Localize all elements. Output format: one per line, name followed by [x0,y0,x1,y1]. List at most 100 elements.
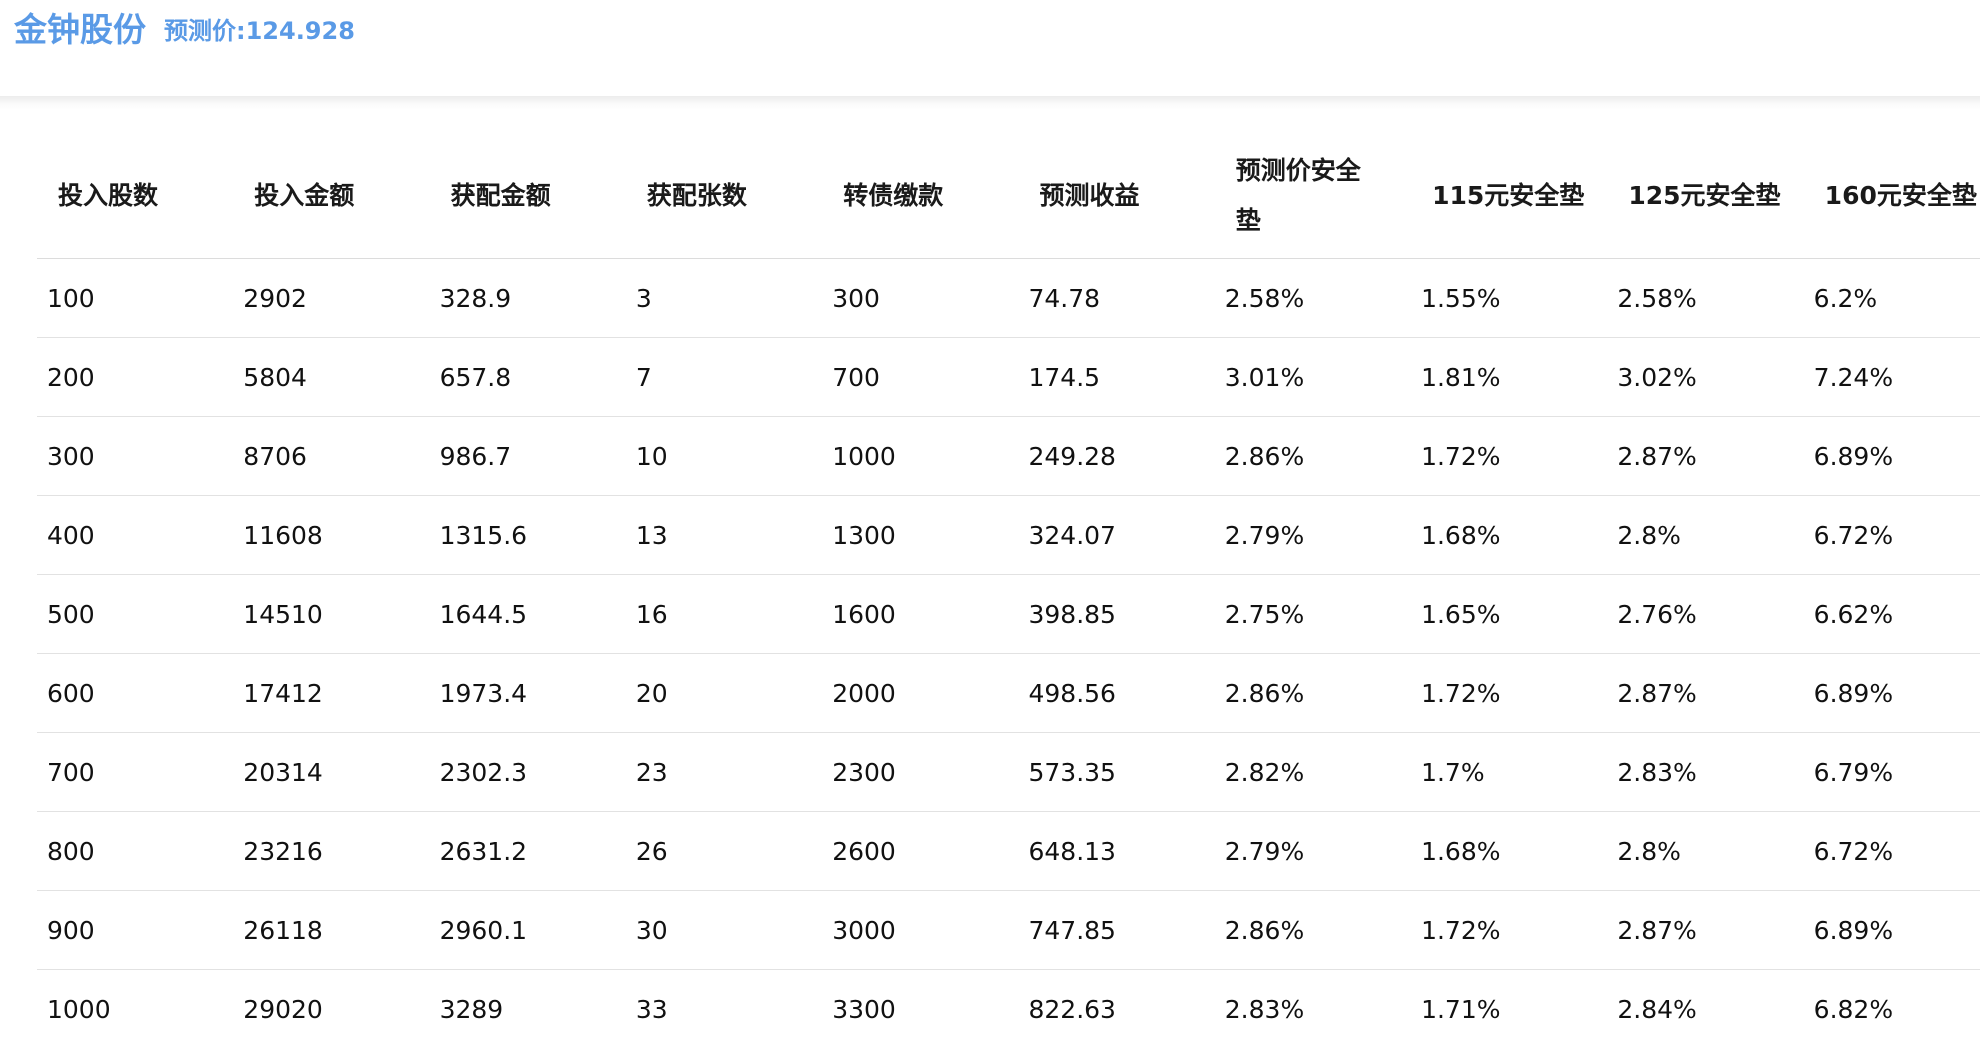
table-row: 400 11608 1315.6 13 1300 324.07 2.79% 1.68% 2.8%… [37,495,1980,575]
table-cell: 1.55% [1411,258,1608,338]
table-row: 600 17412 1973.4 20 2000 498.56 2.86% 1.72% 2.87… [37,653,1980,733]
table-cell: 1600 [822,574,1019,654]
table-cell: 2.8% [1607,495,1804,575]
table-cell: 26118 [233,890,430,970]
table-cell: 1300 [822,495,1019,575]
table-cell: 13 [625,495,823,575]
table-row: 500 14510 1644.5 16 1600 398.85 2.75% 1.65% 2.76… [37,574,1980,654]
table-cell: 2631.2 [429,811,626,891]
table-cell: 1.68% [1411,811,1608,891]
table-cell: 23 [625,732,823,812]
table-cell: 600 [37,653,234,733]
table-row: 1000 29020 3289 33 3300 822.63 2.83% 1.71% 2.84%… [37,969,1980,1046]
table-cell: 398.85 [1018,574,1215,654]
table-cell: 2.86% [1214,653,1412,733]
table-row: 900 26118 2960.1 30 3000 747.85 2.86% 1.72% 2.87… [37,890,1980,970]
table-cell: 7.24% [1803,337,1980,417]
table-cell: 23216 [233,811,430,891]
column-header: 获配金额 [429,134,626,259]
table-cell: 900 [37,890,234,970]
table-cell: 14510 [233,574,430,654]
table-cell: 6.62% [1803,574,1980,654]
table-cell: 2.87% [1607,890,1804,970]
table-header-row: 投入股数 投入金额 获配金额 获配张数 转债缴款 预测收益 预测价安全垫 115… [37,134,1980,259]
column-header: 125元安全垫 [1607,134,1804,259]
table-cell: 6.72% [1803,811,1980,891]
table-row: 300 8706 986.7 10 1000 249.28 2.86% 1.72% 2.87% 6… [37,416,1980,496]
table-cell: 1.81% [1411,337,1608,417]
table-cell: 2.87% [1607,653,1804,733]
table-cell: 2.86% [1214,890,1412,970]
column-header: 投入金额 [233,134,430,259]
table-cell: 6.82% [1803,969,1980,1046]
allocation-table-container[interactable]: 投入股数 投入金额 获配金额 获配张数 转债缴款 预测收益 预测价安全垫 115… [37,134,1980,1046]
table-cell: 2902 [233,258,430,338]
table-cell: 17412 [233,653,430,733]
table-cell: 800 [37,811,234,891]
table-header: 投入股数 投入金额 获配金额 获配张数 转债缴款 预测收益 预测价安全垫 115… [37,134,1980,259]
table-cell: 10 [625,416,823,496]
table-cell: 16 [625,574,823,654]
table-cell: 1.65% [1411,574,1608,654]
table-cell: 3000 [822,890,1019,970]
page-header: 金钟股份 预测价:124.928 [0,0,1980,96]
table-cell: 747.85 [1018,890,1215,970]
table-cell: 6.79% [1803,732,1980,812]
table-cell: 20314 [233,732,430,812]
table-cell: 8706 [233,416,430,496]
table-row: 800 23216 2631.2 26 2600 648.13 2.79% 1.68% 2.8%… [37,811,1980,891]
table-cell: 1.72% [1411,890,1608,970]
table-cell: 986.7 [429,416,626,496]
table-cell: 6.89% [1803,653,1980,733]
table-cell: 1.72% [1411,653,1608,733]
table-cell: 100 [37,258,234,338]
table-cell: 6.89% [1803,890,1980,970]
table-cell: 6.2% [1803,258,1980,338]
column-header: 获配张数 [625,134,823,259]
table-cell: 2300 [822,732,1019,812]
table-cell: 5804 [233,337,430,417]
table-cell: 2960.1 [429,890,626,970]
allocation-table: 投入股数 投入金额 获配金额 获配张数 转债缴款 预测收益 预测价安全垫 115… [37,134,1980,1046]
table-row: 200 5804 657.8 7 700 174.5 3.01% 1.81% 3.02% 7.24… [37,337,1980,417]
table-cell: 1000 [37,969,234,1046]
header-divider [0,96,1980,110]
table-cell: 3.01% [1214,337,1412,417]
stock-name-title: 金钟股份 [14,10,146,49]
table-cell: 2.58% [1214,258,1412,338]
table-cell: 648.13 [1018,811,1215,891]
table-cell: 3300 [822,969,1019,1046]
table-cell: 2600 [822,811,1019,891]
column-header-label: 预测价安全垫 [1235,156,1361,235]
table-cell: 7 [625,337,823,417]
table-cell: 2.8% [1607,811,1804,891]
table-cell: 300 [37,416,234,496]
table-cell: 400 [37,495,234,575]
predicted-price-label: 预测价:124.928 [164,17,355,45]
table-cell: 1.68% [1411,495,1608,575]
table-cell: 11608 [233,495,430,575]
table-cell: 3289 [429,969,626,1046]
table-cell: 2302.3 [429,732,626,812]
table-cell: 2.83% [1607,732,1804,812]
table-cell: 700 [822,337,1019,417]
table-cell: 74.78 [1018,258,1215,338]
table-cell: 1000 [822,416,1019,496]
table-cell: 2.84% [1607,969,1804,1046]
table-cell: 500 [37,574,234,654]
table-body: 100 2902 328.9 3 300 74.78 2.58% 1.55% 2.58% 6.2%… [37,258,1980,1046]
table-cell: 174.5 [1018,337,1215,417]
table-cell: 249.28 [1018,416,1215,496]
table-cell: 2.76% [1607,574,1804,654]
table-cell: 822.63 [1018,969,1215,1046]
table-cell: 6.72% [1803,495,1980,575]
table-cell: 1.72% [1411,416,1608,496]
table-cell: 2000 [822,653,1019,733]
table-cell: 1315.6 [429,495,626,575]
table-cell: 20 [625,653,823,733]
table-cell: 3.02% [1607,337,1804,417]
table-cell: 3 [625,258,823,338]
table-cell: 33 [625,969,823,1046]
column-header: 预测价安全垫 [1214,134,1412,259]
table-cell: 200 [37,337,234,417]
